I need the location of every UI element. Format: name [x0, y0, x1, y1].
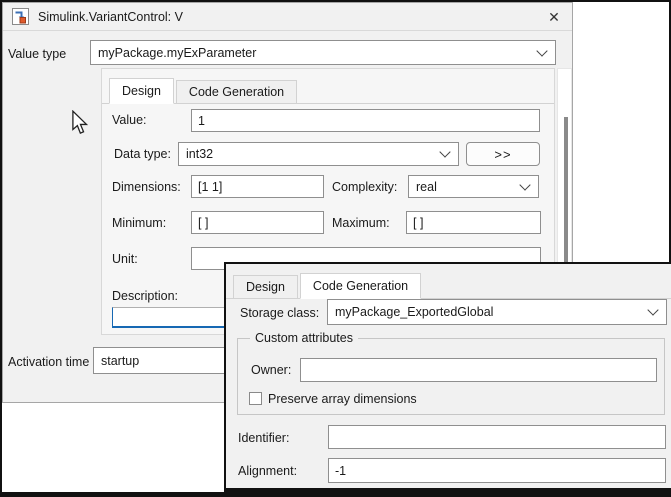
mouse-cursor-icon [71, 110, 89, 139]
data-type-value: int32 [186, 147, 213, 161]
unit-label: Unit: [112, 252, 138, 266]
tab-bar: Design Code Generation [102, 78, 554, 104]
code-generation-panel: Design Code Generation Storage class: my… [224, 262, 671, 492]
minimum-input[interactable] [191, 211, 324, 234]
dimensions-label: Dimensions: [112, 180, 181, 194]
data-type-combobox[interactable]: int32 [178, 142, 459, 166]
value-input[interactable] [191, 109, 540, 132]
tab-design[interactable]: Design [109, 78, 174, 104]
owner-input[interactable] [300, 358, 657, 382]
identifier-label: Identifier: [238, 431, 289, 445]
maximum-label: Maximum: [332, 216, 390, 230]
description-label: Description: [112, 289, 178, 303]
screenshot-root: Simulink.VariantControl: V ✕ Value type … [0, 0, 671, 497]
owner-label: Owner: [251, 363, 291, 377]
data-type-label: Data type: [114, 147, 171, 161]
chevron-down-icon [536, 45, 547, 56]
minimum-label: Minimum: [112, 216, 166, 230]
dimensions-input[interactable] [191, 175, 324, 198]
scrollbar-thumb[interactable] [564, 117, 568, 265]
chevron-down-icon [647, 304, 658, 315]
activation-time-label: Activation time [8, 355, 89, 369]
value-type-combobox[interactable]: myPackage.myExParameter [90, 40, 556, 65]
preserve-array-dimensions-checkbox[interactable] [249, 392, 262, 405]
custom-attributes-title: Custom attributes [250, 331, 358, 345]
tab-bar: Design Code Generation [226, 273, 671, 299]
tab-code-generation[interactable]: Code Generation [300, 273, 421, 299]
preserve-array-dimensions-label: Preserve array dimensions [268, 392, 417, 406]
complexity-value: real [416, 180, 437, 194]
tab-code-generation[interactable]: Code Generation [176, 80, 297, 103]
alignment-label: Alignment: [238, 464, 297, 478]
complexity-label: Complexity: [332, 180, 397, 194]
value-type-value: myPackage.myExParameter [98, 46, 256, 60]
custom-attributes-group: Custom attributes Owner: Preserve array … [237, 338, 665, 415]
title-bar: Simulink.VariantControl: V ✕ [3, 3, 572, 31]
data-type-assistant-button[interactable]: >> [466, 142, 540, 166]
tab-design[interactable]: Design [233, 275, 298, 298]
activation-time-value: startup [101, 354, 139, 368]
value-label: Value: [112, 113, 147, 127]
complexity-combobox[interactable]: real [408, 175, 539, 198]
chevron-down-icon [519, 179, 530, 190]
chevron-down-icon [439, 146, 450, 157]
value-type-label: Value type [8, 47, 66, 61]
maximum-input[interactable] [406, 211, 541, 234]
simulink-variant-icon [12, 8, 29, 25]
alignment-input[interactable] [328, 458, 666, 483]
storage-class-value: myPackage_ExportedGlobal [335, 305, 493, 319]
close-icon[interactable]: ✕ [544, 7, 564, 27]
storage-class-label: Storage class: [240, 306, 319, 320]
identifier-input[interactable] [328, 425, 666, 449]
storage-class-combobox[interactable]: myPackage_ExportedGlobal [327, 299, 667, 325]
window-title: Simulink.VariantControl: V [38, 10, 183, 24]
